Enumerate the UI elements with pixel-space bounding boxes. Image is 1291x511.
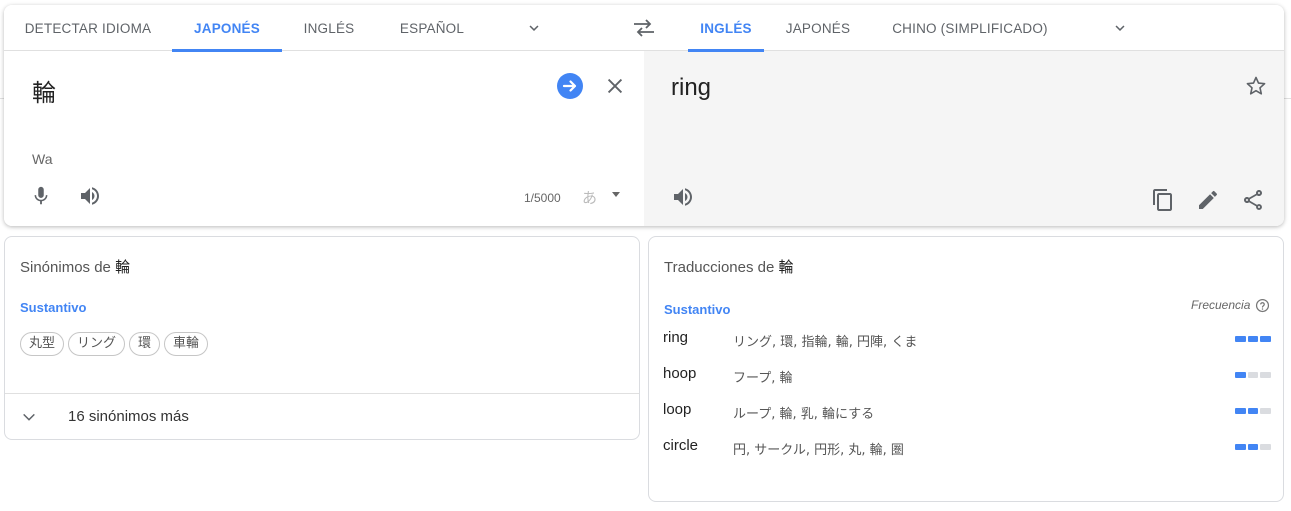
translations-panel: Traducciones de 輪 Sustantivo Frecuencia … — [648, 236, 1284, 502]
tab-detect-language[interactable]: DETECTAR IDIOMA — [14, 5, 162, 51]
frequency-bar — [1235, 408, 1272, 414]
translations-title: Traducciones de 輪 — [664, 256, 794, 277]
target-pane: ring — [644, 51, 1284, 226]
translation-row: circle 円, サークル, 円形, 丸, 輪, 圏 — [663, 437, 1273, 467]
frequency-segment — [1247, 444, 1259, 450]
frequency-bar — [1235, 444, 1272, 450]
translation-word[interactable]: ring — [663, 329, 688, 346]
translation-row: ring リング, 環, 指輪, 輪, 円陣, くま — [663, 329, 1273, 359]
tab-target-japanese[interactable]: JAPONÉS — [778, 5, 858, 51]
translate-go-button[interactable] — [557, 73, 583, 99]
share-icon[interactable] — [1241, 188, 1265, 212]
synonyms-title: Sinónimos de 輪 — [20, 256, 130, 277]
frequency-bar — [1235, 372, 1272, 378]
synonym-chip[interactable]: リング — [68, 332, 126, 356]
translations-part-of-speech: Sustantivo — [664, 302, 731, 317]
back-translations: 円, サークル, 円形, 丸, 輪, 圏 — [733, 443, 904, 458]
translations-title-text: Traducciones de — [664, 259, 775, 276]
input-tools-button[interactable]: あ — [582, 187, 597, 208]
copy-icon[interactable] — [1151, 188, 1175, 212]
synonyms-title-word: 輪 — [115, 258, 131, 276]
translate-card: DETECTAR IDIOMA JAPONÉS INGLÉS ESPAÑOL I… — [4, 5, 1284, 226]
tab-source-japanese[interactable]: JAPONÉS — [172, 5, 282, 52]
frequency-segment — [1260, 336, 1272, 342]
arrow-right-icon — [562, 80, 577, 92]
synonyms-panel: Sinónimos de 輪 Sustantivo 丸型 リング 環 車輪 16… — [4, 236, 640, 440]
swap-languages-icon[interactable] — [632, 18, 656, 38]
expand-chevron-down-icon — [23, 413, 35, 421]
more-synonyms-button[interactable]: 16 sinónimos más — [5, 394, 639, 439]
frequency-segment — [1260, 372, 1272, 378]
back-translations: フープ, 輪 — [733, 371, 793, 386]
back-translations: リング, 環, 指輪, 輪, 円陣, くま — [733, 335, 918, 350]
translation-output: ring — [671, 74, 712, 101]
synonym-chips: 丸型 リング 環 車輪 — [20, 332, 209, 356]
frequency-segment — [1235, 336, 1246, 342]
source-speaker-icon[interactable] — [78, 184, 102, 208]
translation-word[interactable]: hoop — [663, 365, 696, 382]
synonym-chip[interactable]: 車輪 — [164, 332, 209, 356]
translation-word[interactable]: circle — [663, 437, 698, 454]
frequency-bar — [1235, 336, 1272, 342]
tab-target-english[interactable]: INGLÉS — [688, 5, 764, 52]
synonyms-title-text: Sinónimos de — [20, 259, 111, 276]
tab-source-spanish[interactable]: ESPAÑOL — [392, 5, 472, 51]
synonym-chip[interactable]: 環 — [129, 332, 161, 356]
back-translations: ループ, 輪, 乳, 輪にする — [733, 407, 875, 422]
frequency-segment — [1260, 444, 1272, 450]
language-tab-bar: DETECTAR IDIOMA JAPONÉS INGLÉS ESPAÑOL I… — [4, 5, 1284, 52]
target-speaker-icon[interactable] — [671, 185, 695, 209]
frequency-segment — [1235, 372, 1246, 378]
tab-source-english[interactable]: INGLÉS — [296, 5, 362, 51]
target-languages-chevron-down-icon[interactable] — [1111, 19, 1129, 37]
translation-row: loop ループ, 輪, 乳, 輪にする — [663, 401, 1273, 431]
frequency-segment — [1235, 408, 1246, 414]
source-languages-chevron-down-icon[interactable] — [525, 19, 543, 37]
frequency-segment — [1247, 336, 1259, 342]
help-question-icon[interactable] — [1255, 298, 1270, 313]
microphone-icon[interactable] — [30, 184, 52, 208]
frequency-segment — [1235, 444, 1246, 450]
source-text-input[interactable]: 輪 — [32, 73, 56, 108]
save-translation-star-icon[interactable] — [1244, 74, 1268, 98]
tab-target-chinese-simplified[interactable]: CHINO (SIMPLIFICADO) — [888, 5, 1052, 51]
source-pane: 輪 Wa 1/5000 あ — [4, 51, 644, 226]
frequency-segment — [1260, 408, 1272, 414]
translations-title-word: 輪 — [778, 258, 794, 276]
translation-row: hoop フープ, 輪 — [663, 365, 1273, 395]
frequency-label: Frecuencia — [1191, 298, 1251, 312]
character-counter: 1/5000 — [524, 191, 561, 205]
frequency-segment — [1247, 372, 1259, 378]
source-romanization: Wa — [32, 151, 53, 167]
edit-pencil-icon[interactable] — [1196, 188, 1220, 212]
clear-source-close-icon[interactable] — [604, 75, 626, 97]
input-tools-caret-icon[interactable] — [612, 192, 620, 197]
frequency-segment — [1247, 408, 1259, 414]
synonym-chip[interactable]: 丸型 — [20, 332, 65, 356]
more-synonyms-label: 16 sinónimos más — [68, 408, 189, 425]
translation-word[interactable]: loop — [663, 401, 691, 418]
synonyms-part-of-speech: Sustantivo — [20, 300, 87, 315]
